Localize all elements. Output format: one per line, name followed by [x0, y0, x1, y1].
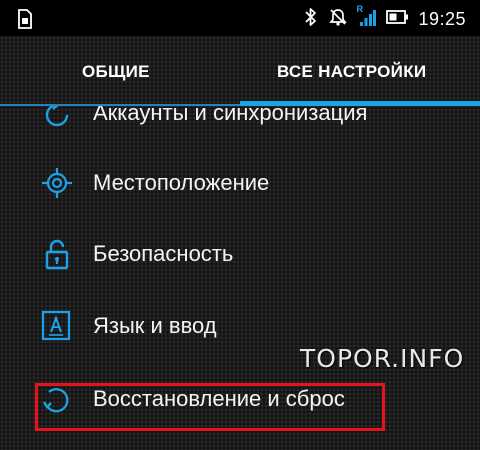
highlight-box — [35, 383, 385, 431]
status-bar: R 19:25 — [0, 0, 480, 36]
settings-item-label: Аккаунты и синхронизация — [93, 106, 368, 125]
roaming-label: R — [356, 3, 363, 14]
location-icon — [40, 166, 74, 200]
settings-item-security[interactable]: Безопасность — [0, 219, 480, 291]
sync-icon — [40, 106, 74, 132]
tab-bar: ОБЩИЕ ВСЕ НАСТРОЙКИ — [0, 36, 480, 108]
tab-all-settings[interactable]: ВСЕ НАСТРОЙКИ — [277, 62, 426, 82]
tab-general[interactable]: ОБЩИЕ — [82, 62, 150, 82]
settings-item-location[interactable]: Местоположение — [0, 148, 480, 220]
watermark: TOPOR.INFO — [300, 344, 465, 373]
battery-icon — [386, 9, 409, 29]
settings-item-label: Язык и ввод — [93, 313, 217, 338]
lock-icon — [40, 237, 74, 271]
bluetooth-icon — [304, 7, 318, 32]
clock: 19:25 — [418, 8, 466, 29]
signal-icon: R — [356, 3, 377, 32]
language-icon — [40, 309, 74, 343]
sim-card-icon — [18, 9, 32, 34]
settings-item-label: Безопасность — [93, 241, 234, 266]
settings-item-accounts-sync[interactable]: Аккаунты и синхронизация — [0, 106, 480, 150]
settings-item-label: Местоположение — [93, 170, 270, 195]
mute-icon — [328, 7, 348, 32]
